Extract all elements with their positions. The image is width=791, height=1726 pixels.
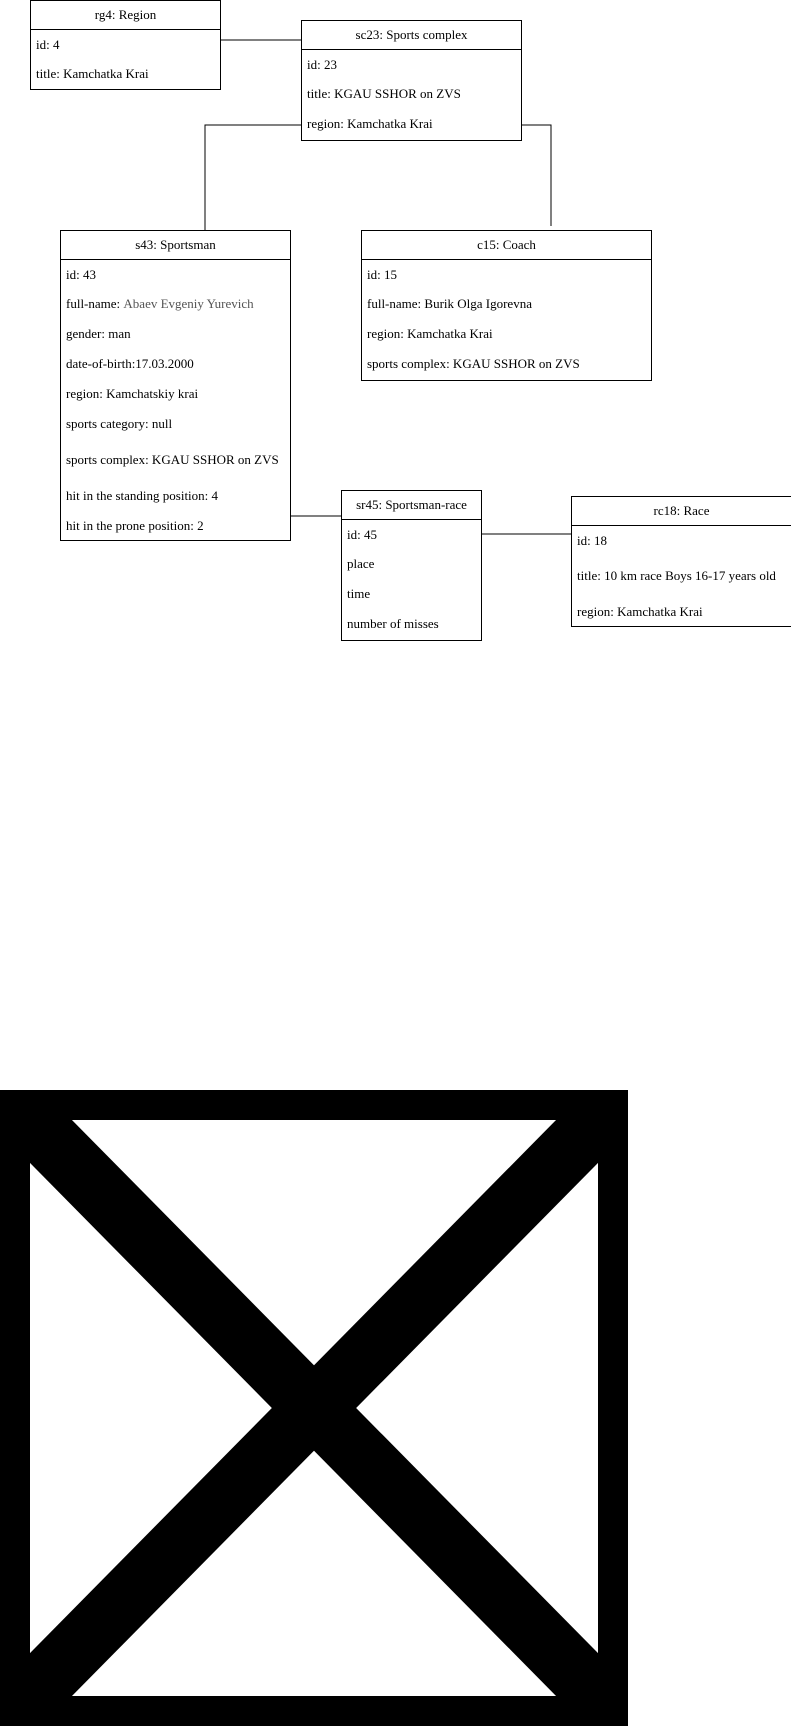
attribute-full-name: full-name: Abaev Evgeniy Yurevich [61, 288, 290, 318]
object-diagram: rg4: Region id: 4 title: Kamchatka Krai … [0, 0, 791, 1726]
attribute-region: region: Kamchatka Krai [307, 115, 433, 131]
attribute-id: id: 45 [347, 526, 377, 542]
link-sports-complex-sportsman [204, 124, 301, 230]
attribute-region: region: Kamchatskiy krai [66, 385, 199, 401]
object-header: s43: Sportsman [61, 231, 290, 260]
attribute-full-name-label: full-name: [66, 295, 124, 311]
attribute-title: title: 10 km race Boys 16-17 years old [577, 567, 776, 583]
sports-complex-object[interactable]: sc23: Sports complex id: 23 title: KGAU … [301, 20, 522, 141]
link-sports-complex-coach [521, 124, 552, 226]
attribute-full-name-value: Abaev Evgeniy Yurevich [123, 295, 254, 311]
object-header: rc18: Race [572, 497, 791, 526]
attribute-id: id: 23 [307, 56, 337, 72]
attribute-hit-standing: hit in the standing position: 4 [66, 487, 219, 503]
attribute-hit-prone: hit in the prone position: 2 [66, 517, 204, 533]
attribute-gender: gender: man [66, 325, 131, 341]
race-object[interactable]: rc18: Race id: 18 title: 10 km race Boys… [571, 496, 791, 627]
attribute-id: id: 4 [36, 36, 60, 52]
attribute-sports-complex: sports complex: KGAU SSHOR on ZVS [66, 451, 279, 467]
sportsman-race-object[interactable]: sr45: Sportsman-race id: 45 place time n… [341, 490, 482, 641]
attribute-sports-complex: sports complex: KGAU SSHOR on ZVS [367, 355, 580, 371]
attribute-title: title: KGAU SSHOR on ZVS [307, 85, 461, 101]
attribute-sports-category: sports category: null [66, 415, 173, 431]
attribute-time: time [347, 585, 371, 601]
coach-object[interactable]: c15: Coach id: 15 full-name: Burik Olga … [361, 230, 652, 381]
attribute-id: id: 43 [66, 266, 96, 282]
object-header: c15: Coach [362, 231, 651, 260]
attribute-id: id: 15 [367, 266, 397, 282]
attribute-date-of-birth: date-of-birth:17.03.2000 [66, 355, 194, 371]
broken-image-icon [0, 1090, 628, 1726]
region-object[interactable]: rg4: Region id: 4 title: Kamchatka Krai [30, 0, 221, 90]
object-header: sr45: Sportsman-race [342, 491, 481, 520]
attribute-region: region: Kamchatka Krai [577, 603, 703, 619]
attribute-number-of-misses: number of misses [347, 615, 439, 631]
attribute-full-name: full-name: Burik Olga Igorevna [367, 295, 532, 311]
attribute-region: region: Kamchatka Krai [367, 325, 493, 341]
attribute-id: id: 18 [577, 532, 607, 548]
attribute-title: title: Kamchatka Krai [36, 65, 149, 81]
object-header: sc23: Sports complex [302, 21, 521, 50]
object-header: rg4: Region [31, 1, 220, 30]
attribute-place: place [347, 555, 375, 571]
sportsman-object[interactable]: s43: Sportsman id: 43 full-name: Abaev E… [60, 230, 291, 541]
